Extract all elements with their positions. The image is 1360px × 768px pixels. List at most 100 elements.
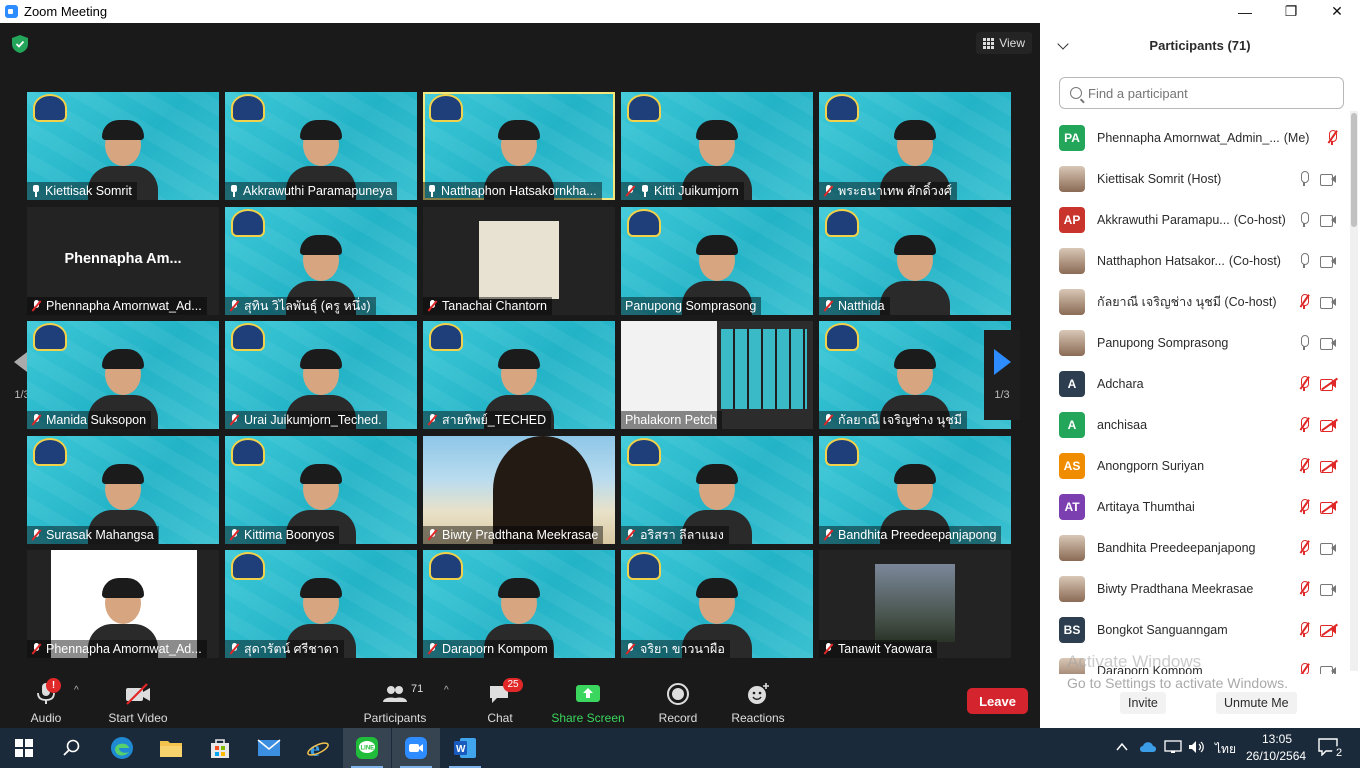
video-tile[interactable]: จริยา ขาวนาผือ bbox=[621, 550, 813, 658]
muted-mic-icon[interactable] bbox=[1298, 499, 1310, 514]
taskbar-mail-button[interactable] bbox=[245, 728, 293, 768]
muted-mic-icon[interactable] bbox=[1326, 130, 1338, 145]
video-camera-icon[interactable] bbox=[1320, 542, 1337, 555]
video-camera-icon[interactable] bbox=[1320, 296, 1337, 309]
video-tile[interactable]: Phennapha Amornwat_Ad... bbox=[27, 550, 219, 658]
video-tile[interactable]: Tanawit Yaowara bbox=[819, 550, 1011, 658]
participants-options-caret[interactable]: ^ bbox=[444, 685, 449, 696]
participant-row[interactable]: PA Phennapha Amornwat_Admin_... (Me) bbox=[1040, 117, 1350, 158]
network-icon[interactable] bbox=[1164, 740, 1182, 754]
muted-mic-icon[interactable] bbox=[1298, 458, 1310, 473]
share-screen-button[interactable]: Share Screen bbox=[551, 677, 625, 725]
video-tile[interactable]: Phennapha Am... Phennapha Amornwat_Ad... bbox=[27, 207, 219, 315]
participant-row[interactable]: Biwty Pradthana Meekrasae bbox=[1040, 568, 1350, 609]
muted-mic-icon[interactable] bbox=[1298, 417, 1310, 432]
video-tile[interactable]: Kiettisak Somrit bbox=[27, 92, 219, 200]
video-tile[interactable]: Daraporn Kompom bbox=[423, 550, 615, 658]
video-tile[interactable]: Panupong Somprasong bbox=[621, 207, 813, 315]
muted-mic-icon[interactable] bbox=[1298, 540, 1310, 555]
clock-date[interactable]: 26/10/2564 bbox=[1246, 749, 1306, 763]
leave-button[interactable]: Leave bbox=[967, 688, 1028, 714]
video-tile[interactable]: สายทิพย์_TECHED bbox=[423, 321, 615, 429]
security-shield-icon[interactable] bbox=[12, 35, 28, 53]
taskbar-word-button[interactable]: W bbox=[441, 728, 489, 768]
video-tile[interactable]: Bandhita Preedeepanjapong bbox=[819, 436, 1011, 544]
video-camera-icon[interactable] bbox=[1320, 337, 1337, 350]
taskbar-store-button[interactable] bbox=[196, 728, 244, 768]
participant-row[interactable]: กัลยาณี เจริญช่าง นุชมี (Co-host) bbox=[1040, 281, 1350, 322]
video-off-icon[interactable] bbox=[1320, 377, 1338, 391]
microphone-icon[interactable] bbox=[1298, 212, 1310, 227]
video-camera-icon[interactable] bbox=[1320, 173, 1337, 186]
participant-row[interactable]: AP Akkrawuthi Paramapu... (Co-host) bbox=[1040, 199, 1350, 240]
taskbar-zoom-button[interactable] bbox=[392, 728, 440, 768]
participant-list-scrollbar[interactable] bbox=[1350, 111, 1358, 671]
participant-search-input[interactable] bbox=[1088, 85, 1328, 101]
next-page-button[interactable]: 1/3 bbox=[984, 330, 1020, 420]
video-tile[interactable]: Biwty Pradthana Meekrasae bbox=[423, 436, 615, 544]
maximize-button[interactable]: ❐ bbox=[1268, 0, 1314, 23]
video-tile[interactable]: Manida Suksopon bbox=[27, 321, 219, 429]
video-tile[interactable]: Akkrawuthi Paramapuneya bbox=[225, 92, 417, 200]
tray-chevron-up-icon[interactable] bbox=[1116, 742, 1128, 752]
invite-button[interactable]: Invite bbox=[1120, 692, 1166, 714]
video-tile[interactable]: Natthida bbox=[819, 207, 1011, 315]
participant-row[interactable]: Kiettisak Somrit (Host) bbox=[1040, 158, 1350, 199]
video-tile[interactable]: กัลยาณี เจริญช่าง นุชมี bbox=[819, 321, 1011, 429]
taskbar-line-button[interactable]: LINE bbox=[343, 728, 391, 768]
microphone-icon[interactable] bbox=[1298, 335, 1310, 350]
video-tile[interactable]: Natthaphon Hatsakornkha... bbox=[423, 92, 615, 200]
start-video-button[interactable]: Start Video bbox=[106, 677, 170, 725]
taskbar-search-button[interactable] bbox=[48, 728, 96, 768]
taskbar-edge-button[interactable] bbox=[98, 728, 146, 768]
unmute-me-button[interactable]: Unmute Me bbox=[1216, 692, 1297, 714]
muted-mic-icon[interactable] bbox=[1298, 663, 1310, 674]
onedrive-cloud-icon[interactable] bbox=[1139, 740, 1157, 754]
video-tile[interactable]: อริสรา ลีลาแมง bbox=[621, 436, 813, 544]
participant-row[interactable]: Natthaphon Hatsakor... (Co-host) bbox=[1040, 240, 1350, 281]
record-button[interactable]: Record bbox=[656, 677, 700, 725]
participant-row[interactable]: BS Bongkot Sanguanngam bbox=[1040, 609, 1350, 650]
audio-options-caret[interactable]: ^ bbox=[74, 685, 79, 696]
volume-icon[interactable] bbox=[1188, 740, 1206, 754]
minimize-button[interactable]: — bbox=[1222, 0, 1268, 23]
close-window-button[interactable]: ✕ bbox=[1314, 0, 1360, 23]
video-off-icon[interactable] bbox=[1320, 500, 1338, 514]
taskbar-file-explorer-button[interactable] bbox=[147, 728, 195, 768]
video-camera-icon[interactable] bbox=[1320, 583, 1337, 596]
participant-row[interactable]: AT Artitaya Thumthai bbox=[1040, 486, 1350, 527]
video-tile[interactable]: Phalakorn Petch bbox=[621, 321, 813, 429]
participant-row[interactable]: Panupong Somprasong bbox=[1040, 322, 1350, 363]
video-tile[interactable]: สุดารัตน์ ศรีชาดา bbox=[225, 550, 417, 658]
video-tile[interactable]: Tanachai Chantorn bbox=[423, 207, 615, 315]
microphone-icon[interactable] bbox=[1298, 171, 1310, 186]
participant-row[interactable]: AS Anongporn Suriyan bbox=[1040, 445, 1350, 486]
video-tile[interactable]: พระธนาเทพ ศักดิ์วงศ์ bbox=[819, 92, 1011, 200]
video-tile[interactable]: สุทิน วิไลพันธุ์ (ครู หนึ่ง) bbox=[225, 207, 417, 315]
taskbar-internet-explorer-button[interactable]: e bbox=[294, 728, 342, 768]
participant-row[interactable]: A Adchara bbox=[1040, 363, 1350, 404]
video-off-icon[interactable] bbox=[1320, 623, 1338, 637]
video-camera-icon[interactable] bbox=[1320, 665, 1337, 674]
participant-row[interactable]: Aanchisaa bbox=[1040, 404, 1350, 445]
muted-mic-icon[interactable] bbox=[1298, 581, 1310, 596]
video-camera-icon[interactable] bbox=[1320, 255, 1337, 268]
scrollbar-thumb[interactable] bbox=[1351, 113, 1357, 227]
input-language[interactable]: ไทย bbox=[1215, 740, 1236, 759]
reactions-button[interactable]: Reactions bbox=[730, 677, 786, 725]
muted-mic-icon[interactable] bbox=[1298, 294, 1310, 309]
windows-start-button[interactable] bbox=[0, 728, 48, 768]
video-off-icon[interactable] bbox=[1320, 418, 1338, 432]
clock-time[interactable]: 13:05 bbox=[1262, 732, 1292, 746]
muted-mic-icon[interactable] bbox=[1298, 376, 1310, 391]
video-tile[interactable]: Kittima Boonyos bbox=[225, 436, 417, 544]
video-camera-icon[interactable] bbox=[1320, 214, 1337, 227]
video-tile[interactable]: Urai Juikumjorn_Teched. bbox=[225, 321, 417, 429]
video-tile[interactable]: Kitti Juikumjorn bbox=[621, 92, 813, 200]
muted-mic-icon[interactable] bbox=[1298, 622, 1310, 637]
video-tile[interactable]: Surasak Mahangsa bbox=[27, 436, 219, 544]
video-off-icon[interactable] bbox=[1320, 459, 1338, 473]
microphone-icon[interactable] bbox=[1298, 253, 1310, 268]
participant-row[interactable]: Bandhita Preedeepanjapong bbox=[1040, 527, 1350, 568]
view-button[interactable]: View bbox=[976, 32, 1032, 54]
